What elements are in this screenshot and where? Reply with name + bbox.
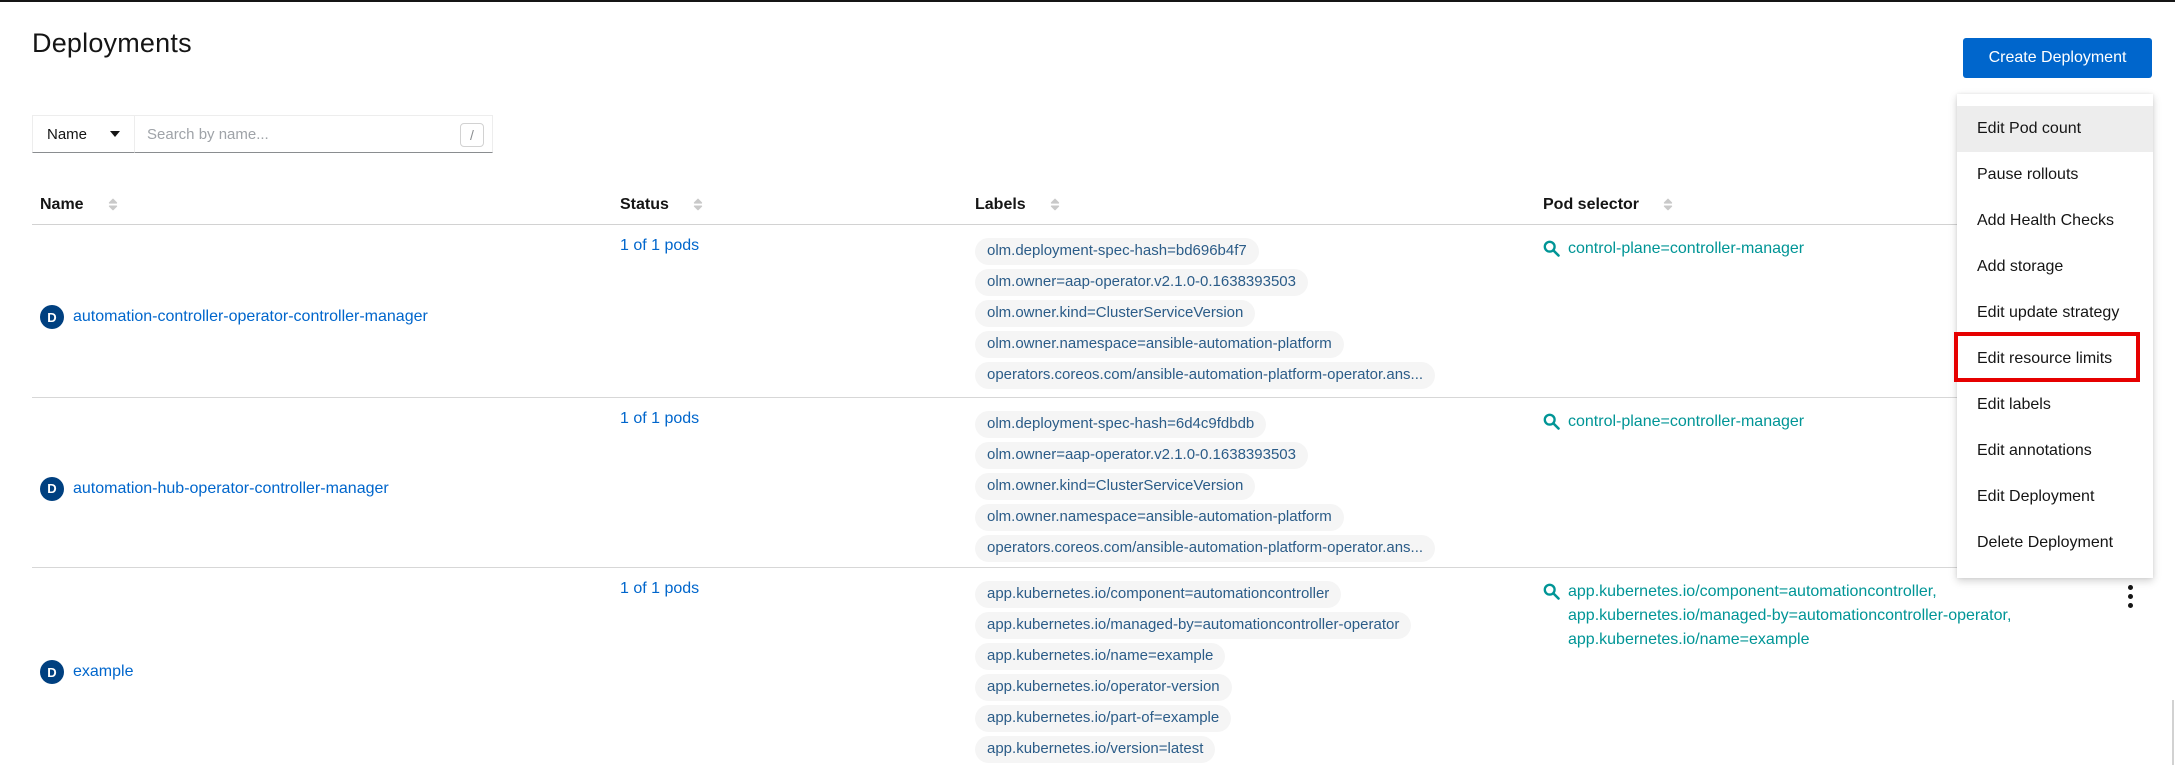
label-pill[interactable]: app.kubernetes.io/component=automationco…: [975, 581, 1341, 608]
column-header-status[interactable]: Status: [620, 185, 975, 224]
name-cell: D example: [40, 568, 620, 764]
label-pill[interactable]: app.kubernetes.io/managed-by=automationc…: [975, 612, 1411, 639]
label-pill[interactable]: olm.deployment-spec-hash=6d4c9fdbdb: [975, 411, 1266, 438]
pod-selector-cell: app.kubernetes.io/component=automationco…: [1543, 568, 2108, 764]
deployments-table: Name Status Labels Pod selector: [32, 185, 2152, 764]
column-header-name[interactable]: Name: [40, 185, 620, 224]
labels-cell: olm.deployment-spec-hash=6d4c9fdbdb olm.o…: [975, 398, 1543, 567]
menu-item-edit-annotations[interactable]: Edit annotations: [1957, 428, 2153, 474]
pods-status-link[interactable]: 1 of 1 pods: [620, 237, 699, 254]
create-deployment-button[interactable]: Create Deployment: [1963, 38, 2152, 78]
label-pill[interactable]: olm.owner.kind=ClusterServiceVersion: [975, 473, 1255, 500]
label-pill[interactable]: app.kubernetes.io/version=latest: [975, 736, 1215, 763]
sort-icon[interactable]: [106, 197, 120, 212]
deployments-page: Deployments Create Deployment Name / Nam…: [0, 0, 2175, 765]
page-title: Deployments: [32, 28, 192, 59]
label-pill[interactable]: app.kubernetes.io/part-of=example: [975, 705, 1231, 732]
menu-item-add-health-checks[interactable]: Add Health Checks: [1957, 198, 2153, 244]
pods-status-link[interactable]: 1 of 1 pods: [620, 580, 699, 597]
search-icon: [1543, 413, 1560, 430]
menu-item-pause-rollouts[interactable]: Pause rollouts: [1957, 152, 2153, 198]
status-cell: 1 of 1 pods: [620, 568, 975, 764]
status-cell: 1 of 1 pods: [620, 398, 975, 567]
table-row: D example 1 of 1 pods app.kubernetes.io/…: [32, 568, 2152, 764]
filter-toolbar: Name /: [32, 115, 493, 153]
sort-icon[interactable]: [1661, 197, 1675, 212]
deployment-name-link[interactable]: automation-hub-operator-controller-manag…: [73, 480, 389, 498]
menu-item-edit-deployment[interactable]: Edit Deployment: [1957, 474, 2153, 520]
pod-selector-link[interactable]: control-plane=controller-manager: [1568, 237, 1804, 261]
menu-item-edit-resource-limits[interactable]: Edit resource limits: [1957, 336, 2153, 382]
deployment-name-link[interactable]: automation-controller-operator-controlle…: [73, 308, 428, 326]
label-pill[interactable]: app.kubernetes.io/name=example: [975, 643, 1225, 670]
table-header-row: Name Status Labels Pod selector: [32, 185, 2152, 225]
column-header-labels[interactable]: Labels: [975, 185, 1543, 224]
label-pill[interactable]: operators.coreos.com/ansible-automation-…: [975, 535, 1435, 562]
deployment-resource-badge: D: [40, 477, 64, 501]
label-pill[interactable]: olm.deployment-spec-hash=bd696b4f7: [975, 238, 1259, 265]
search-icon: [1543, 583, 1560, 600]
deployment-name-link[interactable]: example: [73, 663, 133, 681]
label-pill[interactable]: olm.owner.kind=ClusterServiceVersion: [975, 300, 1255, 327]
labels-cell: olm.deployment-spec-hash=bd696b4f7 olm.ow…: [975, 225, 1543, 397]
label-pill[interactable]: olm.owner.namespace=ansible-automation-p…: [975, 331, 1344, 358]
search-icon: [1543, 240, 1560, 257]
actions-dropdown-menu: Edit Pod count Pause rollouts Add Health…: [1957, 94, 2153, 578]
menu-item-edit-pod-count[interactable]: Edit Pod count: [1957, 106, 2153, 152]
deployment-resource-badge: D: [40, 305, 64, 329]
labels-cell: app.kubernetes.io/component=automationco…: [975, 568, 1543, 764]
label-pill[interactable]: olm.owner=aap-operator.v2.1.0-0.16383935…: [975, 269, 1308, 296]
filter-type-dropdown[interactable]: Name: [32, 115, 135, 153]
kebab-menu-button[interactable]: [2108, 568, 2152, 764]
search-input[interactable]: [135, 116, 492, 152]
table-row: D automation-controller-operator-control…: [32, 225, 2152, 398]
label-pill[interactable]: olm.owner=aap-operator.v2.1.0-0.16383935…: [975, 442, 1308, 469]
caret-down-icon: [110, 131, 120, 137]
search-field-wrap: /: [135, 115, 493, 153]
masthead-edge-line: [0, 0, 2175, 2]
scrollbar[interactable]: [2172, 700, 2174, 765]
name-cell: D automation-hub-operator-controller-man…: [40, 398, 620, 567]
menu-item-edit-labels[interactable]: Edit labels: [1957, 382, 2153, 428]
filter-type-label: Name: [47, 126, 87, 143]
pod-selector-link[interactable]: control-plane=controller-manager: [1568, 410, 1804, 434]
menu-item-add-storage[interactable]: Add storage: [1957, 244, 2153, 290]
menu-item-delete-deployment[interactable]: Delete Deployment: [1957, 520, 2153, 566]
sort-icon[interactable]: [1048, 197, 1062, 212]
label-pill[interactable]: operators.coreos.com/ansible-automation-…: [975, 362, 1435, 389]
pod-selector-link[interactable]: app.kubernetes.io/component=automationco…: [1568, 580, 2088, 652]
name-cell: D automation-controller-operator-control…: [40, 225, 620, 397]
table-row: D automation-hub-operator-controller-man…: [32, 398, 2152, 568]
sort-icon[interactable]: [691, 197, 705, 212]
search-shortcut-badge: /: [460, 123, 484, 147]
deployment-resource-badge: D: [40, 660, 64, 684]
menu-item-edit-update-strategy[interactable]: Edit update strategy: [1957, 290, 2153, 336]
label-pill[interactable]: app.kubernetes.io/operator-version: [975, 674, 1232, 701]
status-cell: 1 of 1 pods: [620, 225, 975, 397]
label-pill[interactable]: olm.owner.namespace=ansible-automation-p…: [975, 504, 1344, 531]
pods-status-link[interactable]: 1 of 1 pods: [620, 410, 699, 427]
